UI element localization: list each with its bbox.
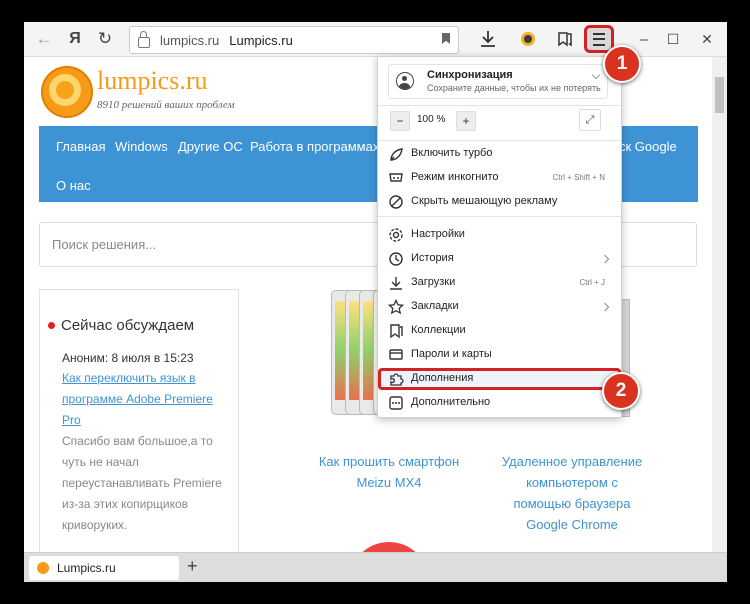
menu-item-more[interactable]: Дополнительно (378, 392, 621, 414)
gear-icon (389, 228, 403, 242)
zoom-in-button[interactable]: + (456, 111, 476, 131)
search-placeholder: Поиск решения... (52, 237, 157, 252)
tab-title: Lumpics.ru (57, 561, 116, 575)
discussion-article-link[interactable]: Pro (62, 410, 81, 431)
avatar-icon (396, 72, 414, 90)
menu-item-label: Коллекции (411, 324, 466, 336)
hamburger-icon (593, 32, 605, 46)
chevron-down-icon[interactable] (591, 70, 601, 80)
zoom-level: 100 % (417, 114, 446, 125)
menu-item-star[interactable]: Закладки (378, 296, 621, 318)
menu-item-label: Настройки (411, 228, 465, 240)
sync-title: Синхронизация (427, 69, 513, 81)
clock-icon (389, 252, 403, 266)
nav-item-google[interactable]: ск Google (619, 139, 677, 154)
puzzle-icon (390, 373, 404, 386)
browser-main-menu: Синхронизация Сохраните данные, чтобы их… (377, 56, 622, 418)
discussion-text: из-за этих копирщиков (62, 497, 189, 511)
address-domain: lumpics.ru (160, 32, 220, 48)
menu-item-label: Дополнения (411, 372, 474, 384)
download-icon (390, 277, 402, 290)
back-icon[interactable]: ← (30, 26, 58, 52)
incognito-icon (389, 173, 403, 182)
discussion-text: криворуких. (62, 518, 128, 532)
menu-item-incognito[interactable]: Режим инкогнито Ctrl + Shift + N (378, 167, 621, 189)
tab-lumpics[interactable]: Lumpics.ru (29, 556, 179, 580)
menu-item-download[interactable]: Загрузки Ctrl + J (378, 272, 621, 294)
scrollbar-thumb[interactable] (715, 77, 724, 113)
bookmark-icon[interactable] (442, 33, 450, 44)
lock-icon (138, 30, 150, 48)
menu-item-shortcut: Ctrl + J (579, 278, 605, 287)
menu-item-label: Скрыть мешающую рекламу (411, 195, 558, 207)
menu-item-label: Режим инкогнито (411, 171, 499, 183)
download-icon[interactable] (474, 26, 502, 52)
discussion-article-link[interactable]: Как переключить язык в (62, 368, 196, 389)
extension-icon[interactable] (514, 26, 542, 52)
discussion-text: Спасибо вам большое,а то (62, 434, 213, 448)
discussion-text: переустанавливать Premiere (62, 476, 222, 490)
menu-item-shortcut: Ctrl + Shift + N (552, 173, 605, 182)
menu-item-label: Пароли и карты (411, 348, 492, 360)
zoom-controls: − 100 % + ⤢ (388, 109, 613, 133)
block-icon (389, 195, 403, 209)
key-icon (389, 349, 403, 360)
reload-icon[interactable]: ↻ (91, 26, 119, 52)
chevron-right-icon (600, 254, 610, 264)
menu-item-puzzle[interactable]: Дополнения (378, 368, 621, 390)
menu-item-label: Включить турбо (411, 147, 493, 159)
orange-logo-icon[interactable] (41, 66, 93, 118)
nav-item-home[interactable]: Главная (56, 139, 105, 154)
nav-item-other-os[interactable]: Другие ОС (178, 139, 243, 154)
article-thumbnail[interactable] (349, 542, 429, 552)
nav-item-programs[interactable]: Работа в программах (250, 139, 379, 154)
discussion-article-link[interactable]: программе Adobe Premiere (62, 389, 213, 410)
chevron-right-icon (600, 302, 610, 312)
nav-item-windows[interactable]: Windows (115, 139, 168, 154)
menu-item-clock[interactable]: История (378, 248, 621, 270)
article-link-meizu[interactable]: Как прошить смартфон Meizu MX4 (304, 451, 474, 493)
close-button[interactable]: ✕ (693, 26, 721, 52)
zoom-out-button[interactable]: − (390, 111, 410, 131)
address-bar[interactable]: lumpics.ru Lumpics.ru (129, 26, 459, 54)
menu-item-block[interactable]: Скрыть мешающую рекламу (378, 191, 621, 213)
sync-panel[interactable]: Синхронизация Сохраните данные, чтобы их… (388, 64, 608, 99)
favicon-icon (37, 562, 49, 574)
page-scrollbar[interactable] (712, 57, 727, 552)
step-badge-2: 2 (602, 372, 640, 410)
step-badge-1: 1 (603, 45, 641, 83)
minimize-button[interactable]: – (630, 26, 658, 52)
discussion-title: Сейчас обсуждаем (48, 317, 194, 334)
maximize-button[interactable]: ☐ (659, 26, 687, 52)
bookmarks-panel-icon[interactable] (551, 26, 579, 52)
menu-item-collection[interactable]: Коллекции (378, 320, 621, 342)
star-icon (388, 299, 404, 315)
menu-item-label: Закладки (411, 300, 459, 312)
more-icon (389, 396, 403, 410)
site-tagline: 8910 решений ваших проблем (97, 99, 235, 111)
menu-item-label: Дополнительно (411, 396, 491, 408)
menu-item-label: История (411, 252, 454, 264)
discussion-text: чуть не начал (62, 455, 139, 469)
new-tab-button[interactable]: + (187, 556, 198, 577)
address-page-title: Lumpics.ru (229, 32, 293, 48)
rocket-icon (390, 148, 403, 161)
article-link-remote[interactable]: Удаленное управление компьютером с помощ… (492, 451, 652, 535)
collection-icon (390, 324, 403, 339)
site-name[interactable]: lumpics.ru (97, 66, 208, 96)
browser-window: ← Я ↻ lumpics.ru Lumpics.ru – ☐ ✕ lumpic… (24, 22, 727, 582)
sync-subtitle: Сохраните данные, чтобы их не потерять (427, 83, 601, 93)
discussion-widget: Сейчас обсуждаем Аноним: 8 июля в 15:23 К… (39, 289, 239, 552)
menu-item-gear[interactable]: Настройки (378, 224, 621, 246)
menu-item-label: Загрузки (411, 276, 456, 288)
discussion-text: Аноним: 8 июля в 15:23 (62, 351, 194, 365)
nav-item-about[interactable]: О нас (56, 178, 91, 193)
menu-item-key[interactable]: Пароли и карты (378, 344, 621, 366)
yandex-logo-icon[interactable]: Я (61, 26, 89, 52)
tab-bar: Lumpics.ru + (24, 552, 727, 582)
menu-item-rocket[interactable]: Включить турбо (378, 143, 621, 165)
fullscreen-icon[interactable]: ⤢ (579, 109, 601, 131)
